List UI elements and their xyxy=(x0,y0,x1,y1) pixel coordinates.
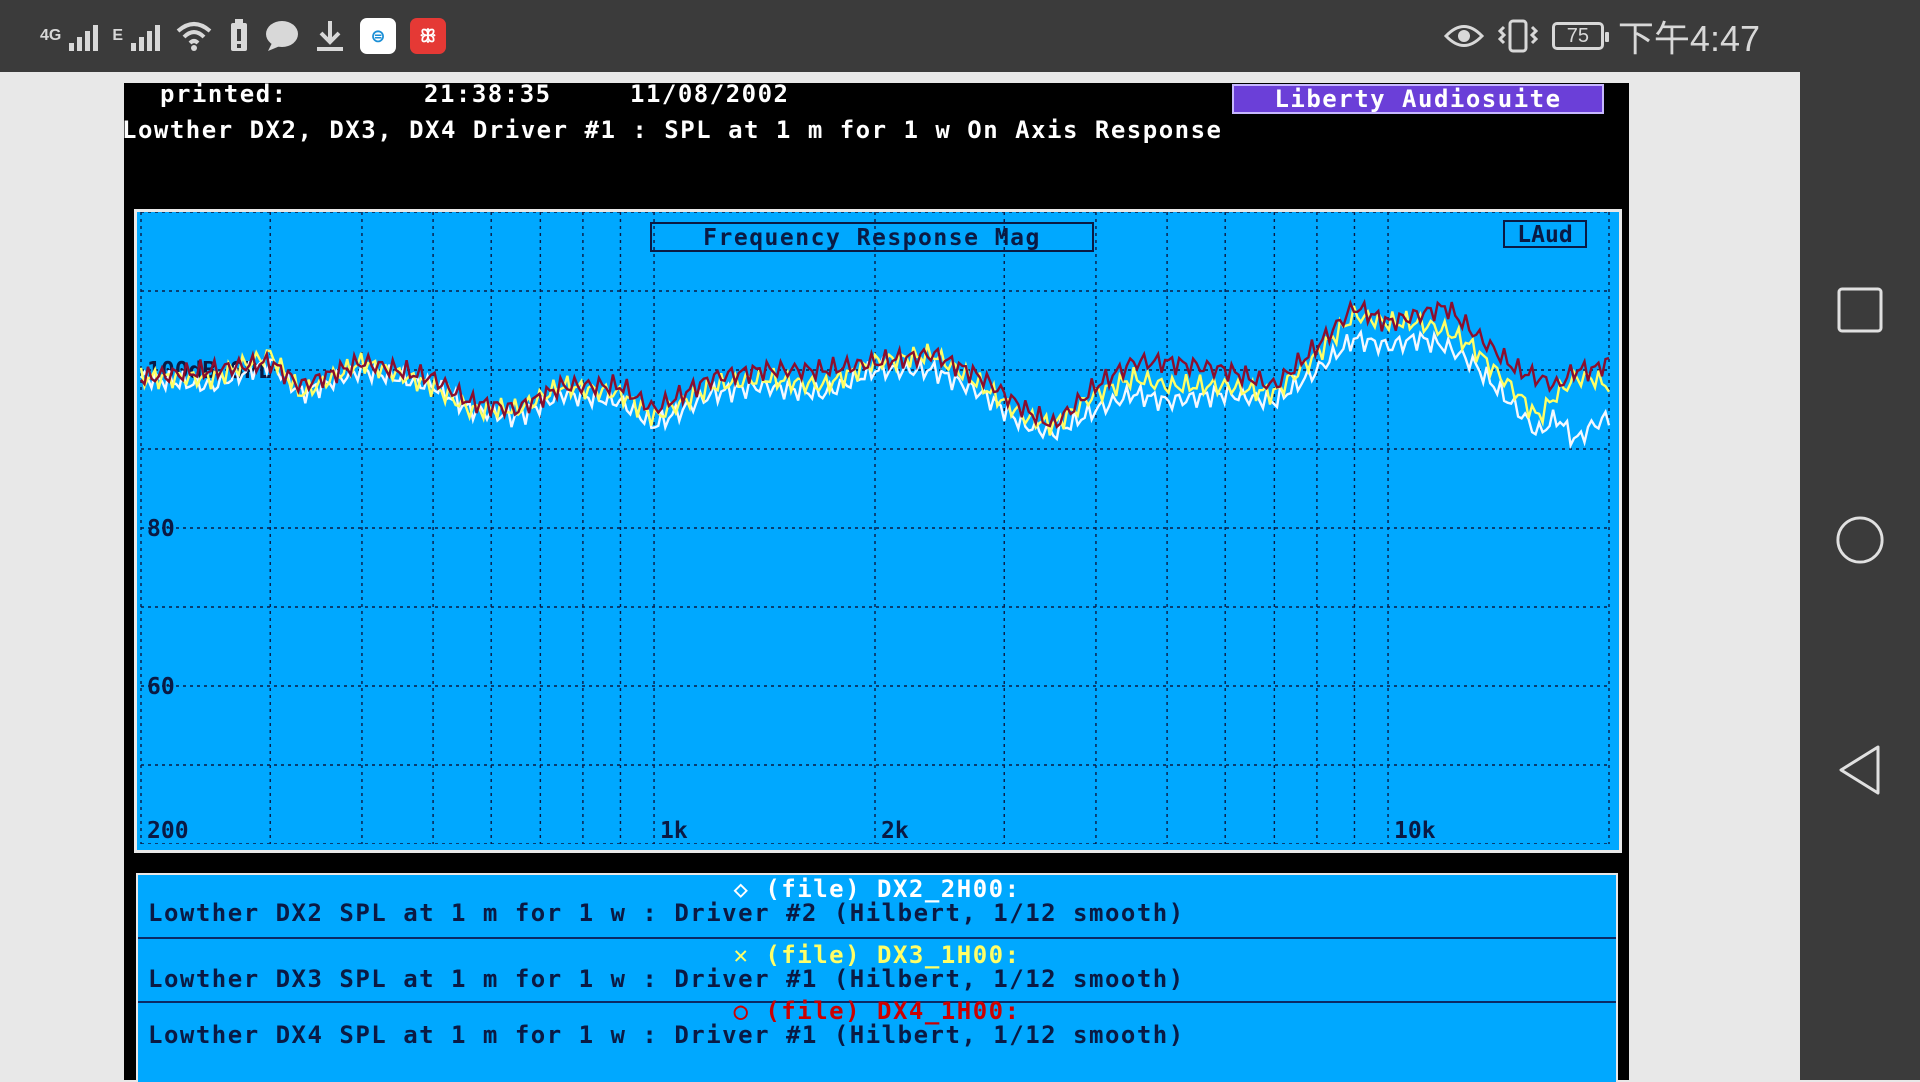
legend: ◇ (file) DX2_2H00: Lowther DX2 SPL at 1 … xyxy=(136,873,1618,1082)
network-type-label: 4G xyxy=(40,27,62,44)
legend-desc-3: Lowther DX4 SPL at 1 m for 1 w : Driver … xyxy=(148,1021,1185,1049)
corner-label: LAud xyxy=(1517,222,1572,248)
app-notification-icon-2: ꕥ xyxy=(410,18,447,54)
battery-level: 75 xyxy=(1566,24,1590,47)
network-type-label-2: E xyxy=(112,27,124,44)
battery-saver-icon xyxy=(231,19,248,51)
corner-label-box: LAud xyxy=(1503,220,1587,248)
message-icon xyxy=(266,21,299,51)
app-notification-icon: ⊜ xyxy=(360,18,397,54)
back-button[interactable] xyxy=(1835,745,1885,795)
legend-divider xyxy=(138,937,1616,939)
frequency-response-chart: 100dB SPL8060 200 1k 2k 10k Frequency Respo… xyxy=(139,211,1611,845)
x-tick-label: 2k xyxy=(881,818,909,844)
printed-date: 11/08/2002 xyxy=(630,80,790,108)
x-tick-label: 1k xyxy=(660,818,688,844)
chart-title-box: Frequency Response Mag xyxy=(650,222,1094,252)
back-triangle-icon xyxy=(1839,745,1880,795)
eye-comfort-icon xyxy=(1443,25,1484,47)
home-button[interactable] xyxy=(1835,515,1885,565)
clock: 下午4:47 xyxy=(1617,18,1760,59)
vibrate-icon xyxy=(1497,19,1538,53)
x-tick-label: 200 xyxy=(147,818,189,844)
printed-time: 21:38:35 xyxy=(424,80,552,108)
plot-frame: 100dB SPL 80 60 200 1k 2k 10k Frequency Respo… xyxy=(134,209,1622,853)
y-tick-label: 80 xyxy=(147,516,175,542)
circle-icon xyxy=(1836,516,1884,564)
wifi-icon xyxy=(176,22,212,51)
chart-grid xyxy=(140,211,1610,845)
recent-apps-button[interactable] xyxy=(1835,285,1885,335)
square-icon xyxy=(1837,287,1883,333)
signal-strength-icon-2 xyxy=(131,21,161,51)
y-tick-labels: 100dB SPL8060 xyxy=(147,358,272,700)
legend-desc-1: Lowther DX2 SPL at 1 m for 1 w : Driver … xyxy=(148,899,1185,927)
y-tick-label: 60 xyxy=(147,674,175,700)
printout-image: printed: 21:38:35 11/08/2002 Liberty Aud… xyxy=(122,80,1629,1082)
brand-badge: Liberty Audiosuite xyxy=(1232,84,1604,114)
status-bar: 4G E ⊜ ꕥ 75 下午4:47 xyxy=(0,0,1920,72)
signal-strength-icon xyxy=(69,21,99,51)
printed-label: printed: xyxy=(160,80,288,108)
legend-desc-2: Lowther DX3 SPL at 1 m for 1 w : Driver … xyxy=(148,965,1185,993)
download-icon xyxy=(317,21,344,51)
chart-title: Frequency Response Mag xyxy=(703,225,1041,251)
navigation-bar xyxy=(1800,72,1920,1080)
x-tick-label: 10k xyxy=(1394,818,1436,844)
report-heading: Lowther DX2, DX3, DX4 Driver #1 : SPL at… xyxy=(122,116,1223,144)
battery-icon: 75 xyxy=(1551,22,1609,50)
x-tick-labels: 200 1k 2k 10k xyxy=(147,818,1436,844)
